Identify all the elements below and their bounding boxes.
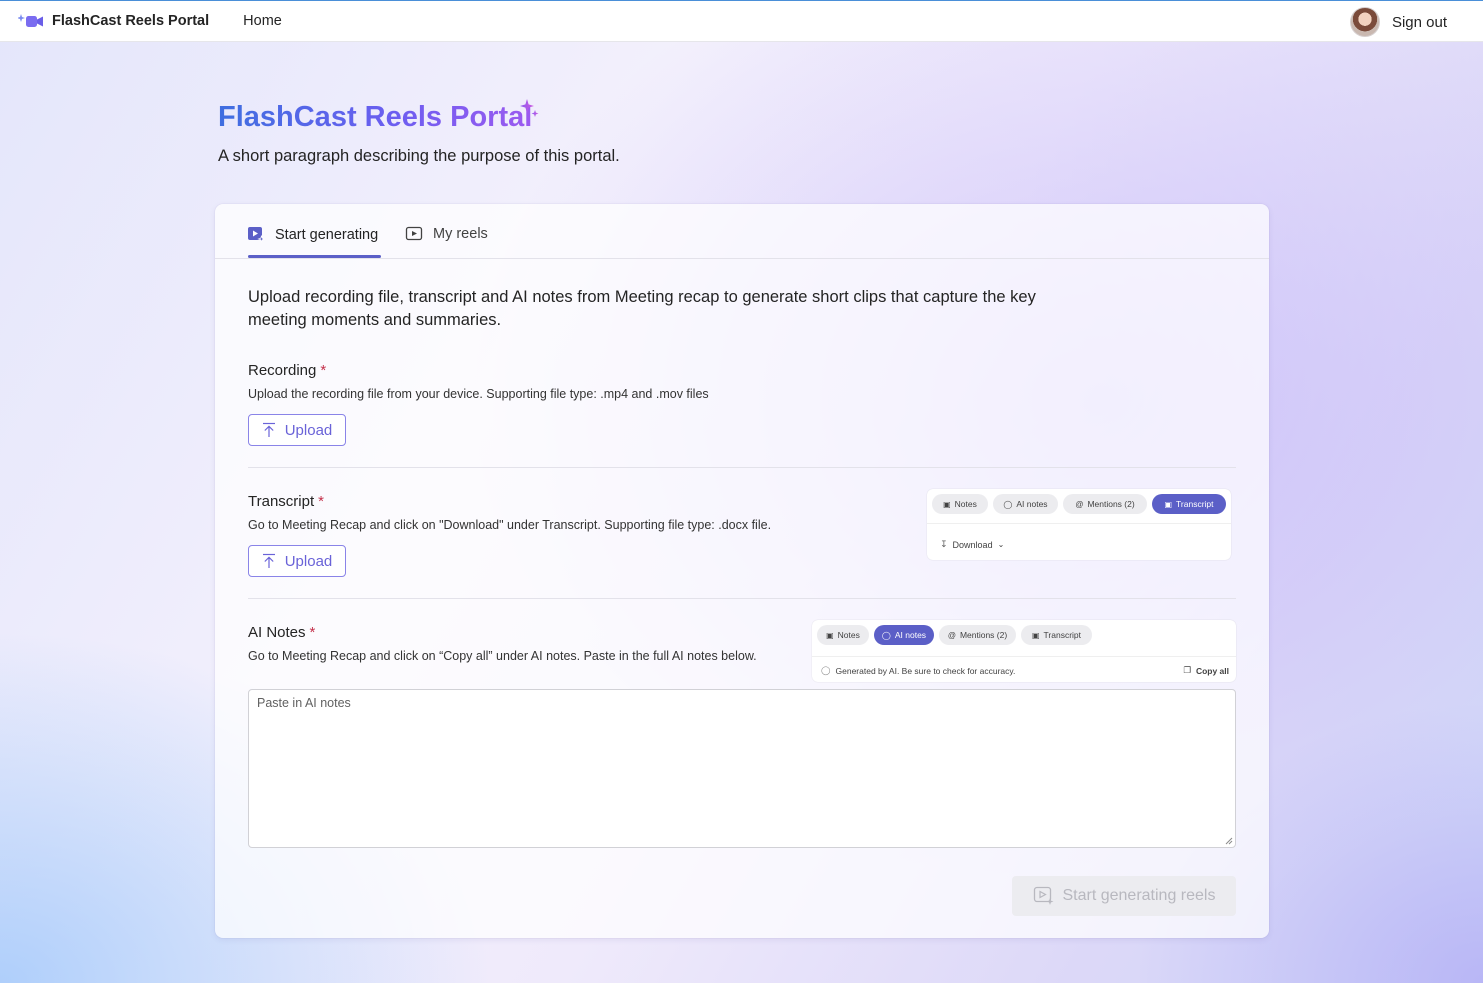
preview-pill-notes: ▣ Notes [932, 494, 988, 514]
sign-out-link[interactable]: Sign out [1392, 14, 1447, 31]
transcript-help: Go to Meeting Recap and click on "Downlo… [248, 518, 772, 532]
tab-bar: Start generating My reels [215, 204, 1269, 259]
preview-copy-all: ❐ Copy all [1183, 665, 1229, 676]
avatar[interactable] [1349, 7, 1380, 37]
required-marker: * [309, 624, 316, 641]
ai-notes-textarea[interactable]: Paste in AI notes [248, 689, 1236, 848]
pill-label: Mentions (2) [1087, 499, 1135, 509]
start-generating-reels-button[interactable]: Start generating reels [1012, 876, 1236, 916]
notes-icon: ▣ [826, 630, 834, 640]
resize-grip-icon[interactable] [1225, 837, 1233, 845]
lightbulb-icon: ◯ [821, 665, 831, 675]
required-marker: * [318, 493, 324, 510]
copy-all-label: Copy all [1195, 665, 1229, 676]
upload-label: Upload [284, 552, 333, 570]
transcript-icon: ▣ [1031, 630, 1040, 640]
required-marker: * [320, 362, 327, 379]
lightbulb-icon: ◯ [881, 630, 891, 640]
chevron-down-icon: ⌄ [997, 540, 1005, 549]
notes-icon: ▣ [943, 499, 951, 509]
transcript-label: Transcript * [248, 493, 324, 510]
ai-notes-preview-image: ▣ Notes ◯ AI notes @ Mentions (2) ▣ Transcri… [812, 620, 1236, 682]
divider [248, 598, 1236, 599]
pill-label: Transcript [1176, 499, 1214, 509]
ai-notes-help: Go to Meeting Recap and click on “Copy a… [248, 649, 757, 663]
mention-icon: @ [1075, 499, 1084, 509]
tab-label: Start generating [275, 226, 379, 243]
download-label: Download [952, 539, 993, 550]
recording-help: Upload the recording file from your devi… [248, 387, 709, 401]
recording-label: Recording * [248, 362, 326, 379]
mention-icon: @ [947, 630, 956, 640]
transcript-preview-image: ▣ Notes ◯ AI notes @ Mentions (2) ▣ Transcri… [927, 489, 1231, 560]
generate-card: Start generating My reels Upload recordi… [215, 204, 1269, 938]
pill-label: AI notes [894, 630, 927, 640]
pill-label: Notes [954, 499, 977, 509]
user-area: Sign out [1349, 7, 1447, 37]
transcript-label-text: Transcript [248, 493, 315, 510]
upload-label: Upload [284, 421, 333, 439]
generate-button-label: Start generating reels [1062, 887, 1216, 904]
sparkle-icon [520, 99, 539, 117]
ai-notes-label-text: AI Notes [248, 624, 306, 641]
page-description: A short paragraph describing the purpose… [218, 147, 620, 165]
recording-upload-button[interactable]: Upload [248, 414, 346, 446]
preview-pill-mentions: @ Mentions (2) [939, 625, 1016, 645]
preview-divider [927, 523, 1231, 524]
preview-pill-ai-notes: ◯ AI notes [874, 625, 934, 645]
top-bar: FlashCast Reels Portal Home Sign out [0, 0, 1483, 42]
copy-icon: ❐ [1183, 665, 1191, 675]
pill-label: AI notes [1016, 499, 1048, 509]
app-name: FlashCast Reels Portal [52, 13, 210, 29]
pill-label: Transcript [1043, 630, 1082, 640]
pill-label: Notes [837, 630, 860, 640]
nav-home-link[interactable]: Home [243, 13, 282, 29]
divider [248, 467, 1236, 468]
tab-label: My reels [433, 226, 488, 242]
recording-label-text: Recording [248, 362, 317, 379]
tab-start-generating[interactable]: Start generating [247, 226, 378, 243]
flashcast-logo-icon [18, 14, 43, 27]
download-icon: ↧ [940, 539, 948, 549]
preview-pill-ai-notes: ◯ AI notes [993, 494, 1058, 514]
upload-icon [262, 422, 275, 437]
video-play-icon [405, 226, 423, 241]
tab-my-reels[interactable]: My reels [405, 226, 488, 242]
preview-disclaimer: ◯ Generated by AI. Be sure to check for … [821, 665, 1015, 676]
ai-notes-placeholder: Paste in AI notes [257, 696, 351, 710]
transcript-icon: ▣ [1164, 499, 1173, 509]
preview-pill-mentions: @ Mentions (2) [1063, 494, 1147, 514]
upload-icon [262, 553, 275, 568]
pill-label: Mentions (2) [959, 630, 1008, 640]
page-title: FlashCast Reels Portal [218, 98, 532, 136]
active-tab-indicator [248, 255, 381, 258]
brand[interactable]: FlashCast Reels Portal [18, 11, 209, 31]
transcript-upload-button[interactable]: Upload [248, 545, 346, 577]
preview-pill-transcript: ▣ Transcript [1152, 494, 1226, 514]
preview-divider [812, 656, 1236, 657]
disclaimer-text: Generated by AI. Be sure to check for ac… [835, 665, 1016, 676]
lightbulb-icon: ◯ [1003, 499, 1013, 509]
intro-text: Upload recording file, transcript and AI… [248, 288, 1036, 329]
video-sparkle-icon [1033, 886, 1053, 905]
video-sparkle-icon [248, 227, 266, 243]
preview-pill-transcript: ▣ Transcript [1021, 625, 1092, 645]
preview-pill-notes: ▣ Notes [817, 625, 869, 645]
ai-notes-label: AI Notes * [248, 624, 315, 641]
preview-download: ↧ Download ⌄ [940, 539, 1004, 550]
